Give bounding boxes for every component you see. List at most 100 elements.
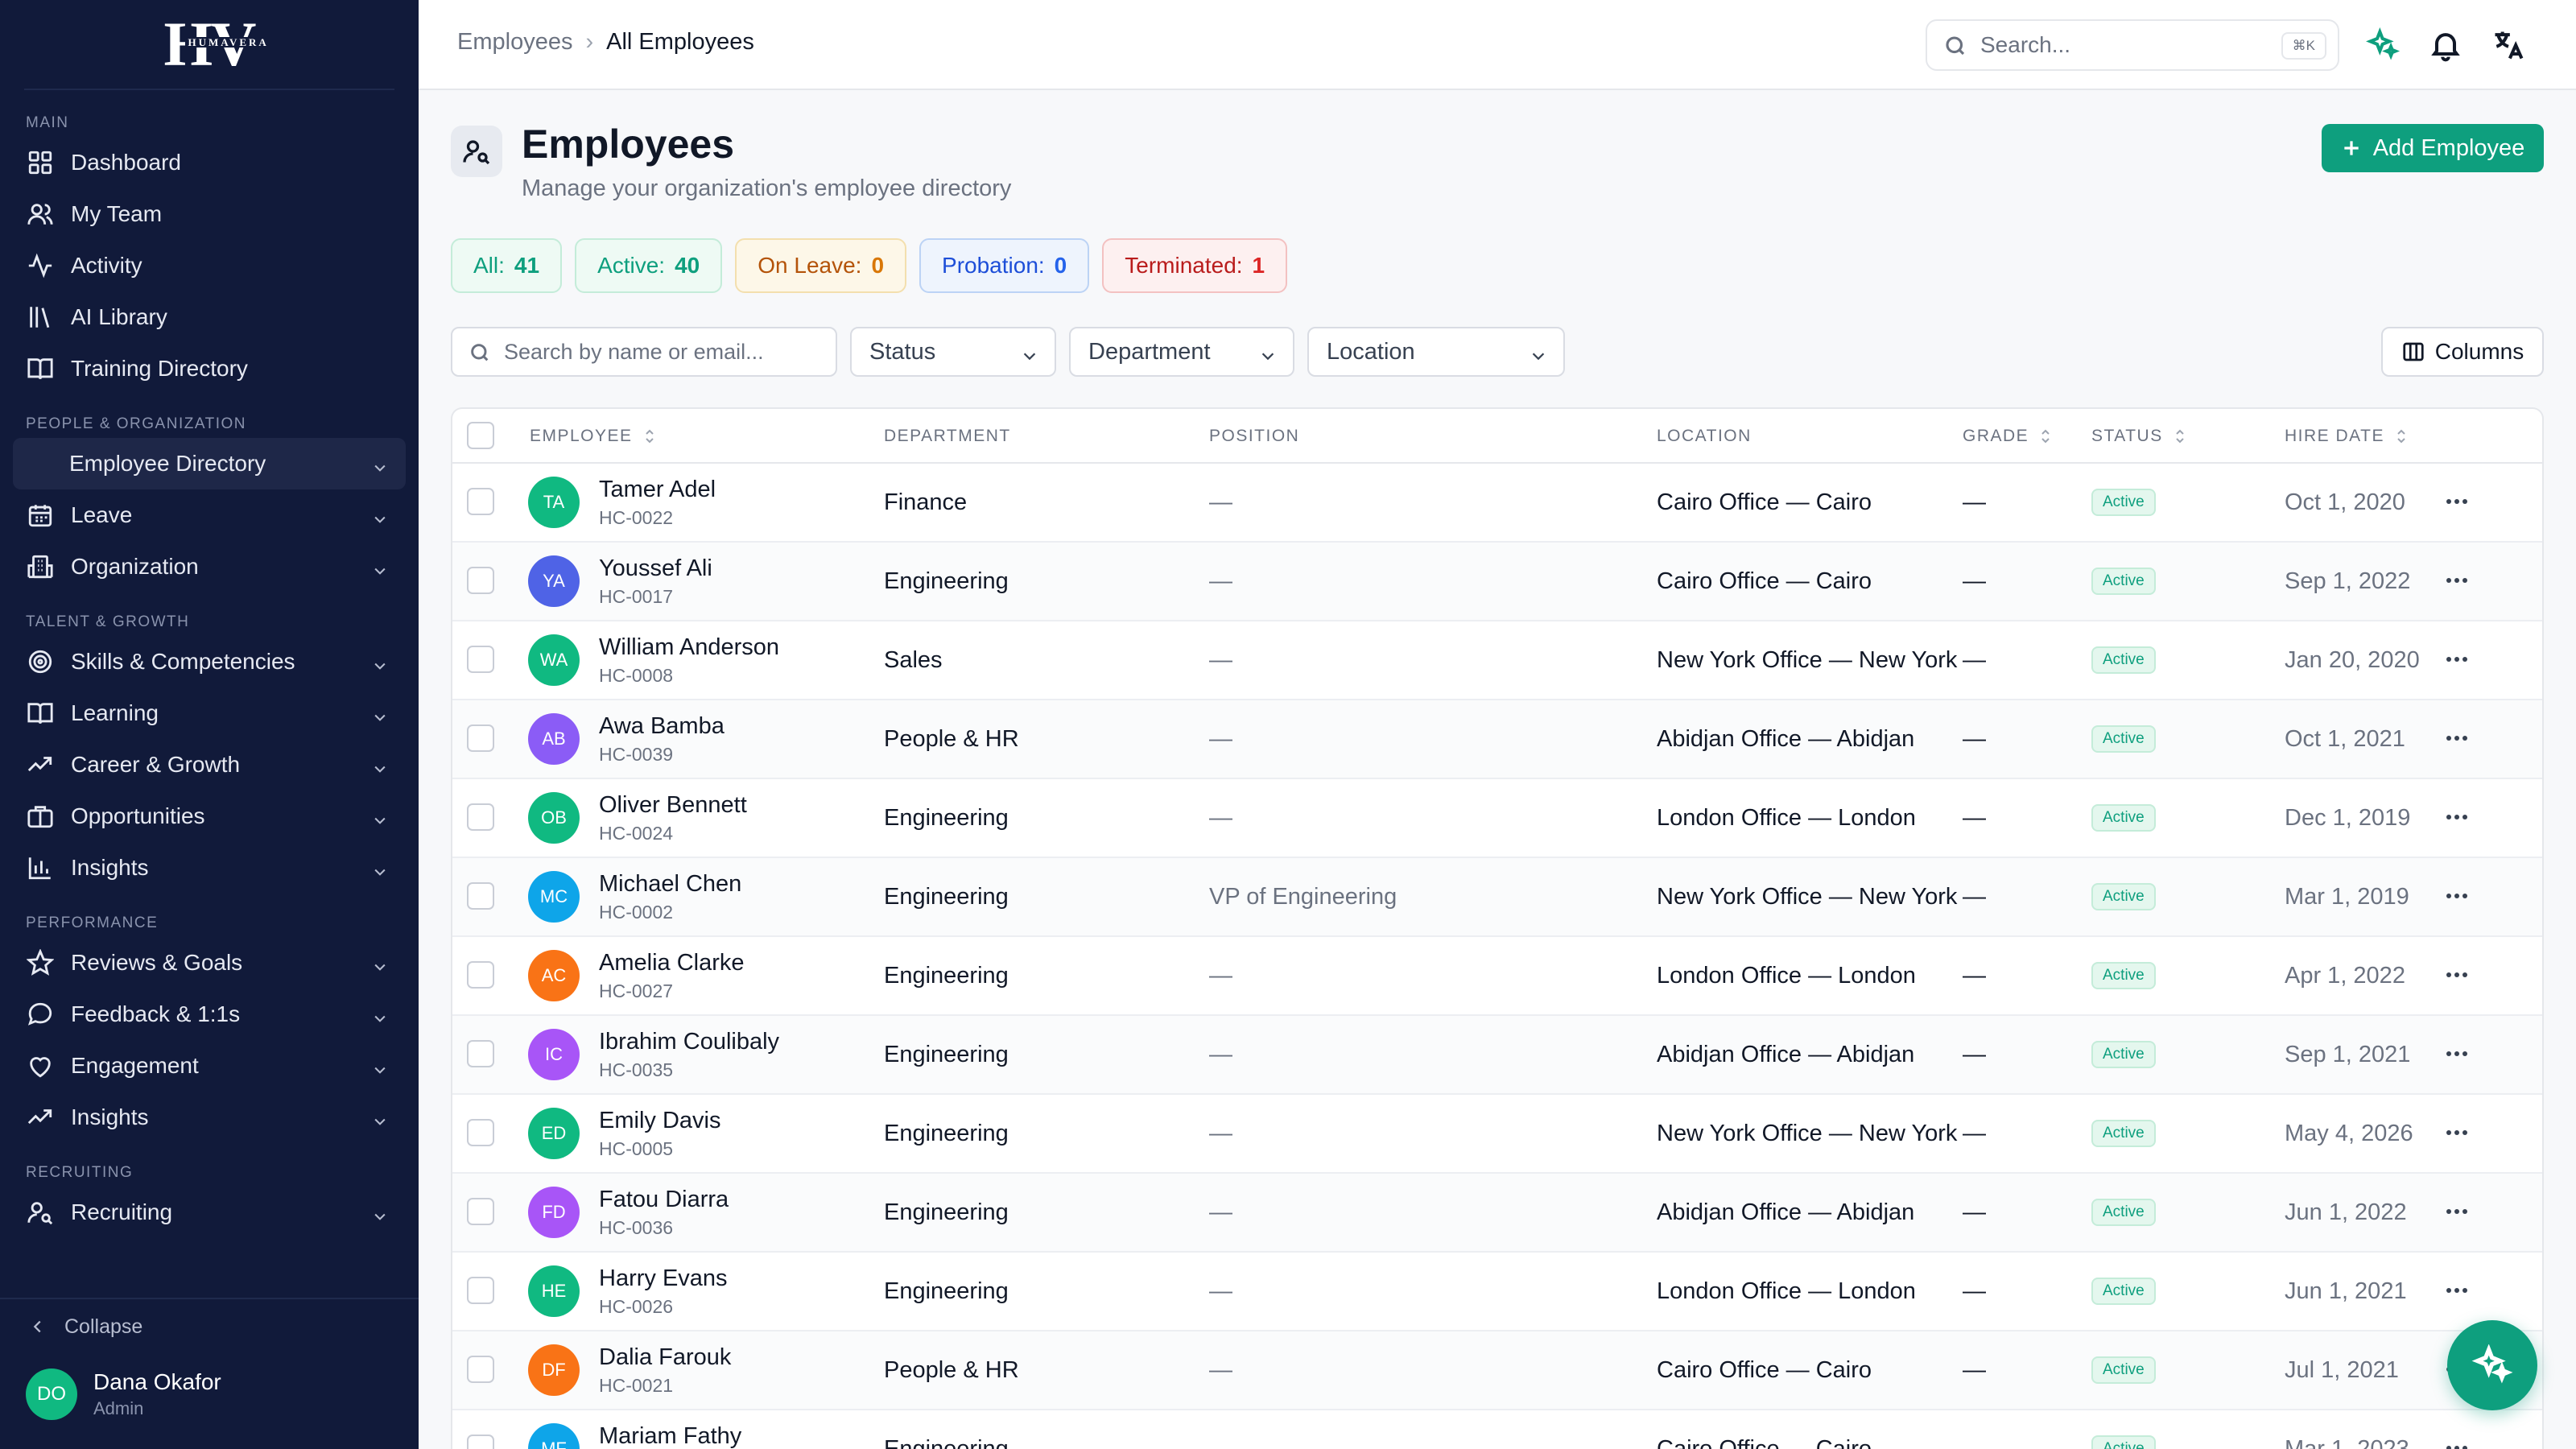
table-row[interactable]: MC Michael Chen HC-0002 Engineering VP of En… (452, 858, 2542, 937)
row-checkbox[interactable] (467, 1040, 494, 1067)
status-badge: Active (2091, 646, 2156, 674)
add-employee-button[interactable]: Add Employee (2322, 124, 2544, 172)
sidebar-item-insights[interactable]: Insights (0, 1092, 419, 1143)
position-cell: VP of Engineering (1209, 883, 1397, 910)
employee-name[interactable]: Oliver Bennett (599, 792, 747, 819)
sidebar-item-learning[interactable]: Learning (0, 687, 419, 739)
employee-name[interactable]: Michael Chen (599, 871, 741, 898)
avatar: MC (528, 871, 580, 923)
more-actions-icon[interactable] (2441, 1043, 2473, 1063)
status-select[interactable]: Status (850, 327, 1056, 377)
sidebar-item-insights[interactable]: Insights (0, 842, 419, 894)
employee-name[interactable]: Emily Davis (599, 1108, 720, 1134)
more-actions-icon[interactable] (2441, 728, 2473, 747)
row-checkbox[interactable] (467, 803, 494, 831)
row-checkbox[interactable] (467, 1435, 494, 1449)
sidebar-item-training-directory[interactable]: Training Directory (0, 343, 419, 394)
employee-name[interactable]: William Anderson (599, 634, 779, 661)
sidebar-item-recruiting[interactable]: Recruiting (0, 1187, 419, 1238)
logo[interactable]: HV HUMAVERA (24, 0, 394, 90)
sidebar-item-organization[interactable]: Organization (0, 541, 419, 592)
sidebar-item-leave[interactable]: Leave (0, 489, 419, 541)
collapse-button[interactable]: Collapse (0, 1298, 419, 1354)
sidebar-item-dashboard[interactable]: Dashboard (0, 137, 419, 188)
table-row[interactable]: FD Fatou Diarra HC-0036 Engineering — Abidjan… (452, 1174, 2542, 1253)
row-checkbox[interactable] (467, 961, 494, 989)
select-all-checkbox[interactable] (467, 422, 494, 449)
employee-name[interactable]: Awa Bamba (599, 713, 724, 740)
more-actions-icon[interactable] (2441, 491, 2473, 510)
row-checkbox[interactable] (467, 1277, 494, 1304)
table-row[interactable]: IC Ibrahim Coulibaly HC-0035 Engineering — Ab… (452, 1016, 2542, 1095)
column-status[interactable]: STATUS (2091, 409, 2187, 464)
employee-search-input[interactable]: Search by name or email... (451, 327, 837, 377)
table-row[interactable]: WA William Anderson HC-0008 Sales — New York … (452, 621, 2542, 700)
sidebar-item-employee-directory[interactable]: Employee Directory (13, 438, 406, 489)
column-employee[interactable]: EMPLOYEE (530, 409, 657, 464)
more-actions-icon[interactable] (2441, 886, 2473, 905)
sidebar-item-feedback-and-1-1s[interactable]: Feedback & 1:1s (0, 989, 419, 1040)
table-row[interactable]: MF Mariam Fathy Engineering — Cairo Office —… (452, 1410, 2542, 1449)
employee-name[interactable]: Mariam Fathy (599, 1423, 741, 1449)
user-profile[interactable]: DO Dana Okafor Admin (26, 1368, 221, 1420)
row-checkbox[interactable] (467, 724, 494, 752)
table-row[interactable]: AB Awa Bamba HC-0039 People & HR — Abidjan Of… (452, 700, 2542, 779)
more-actions-icon[interactable] (2441, 1280, 2473, 1299)
sidebar-item-activity[interactable]: Activity (0, 240, 419, 291)
table-row[interactable]: TA Tamer Adel HC-0022 Finance — Cairo Office … (452, 464, 2542, 543)
more-actions-icon[interactable] (2441, 649, 2473, 668)
status-chip-probation[interactable]: Probation: 0 (919, 238, 1090, 293)
row-checkbox[interactable] (467, 646, 494, 673)
sidebar-item-opportunities[interactable]: Opportunities (0, 791, 419, 842)
employee-name[interactable]: Youssef Ali (599, 555, 712, 582)
more-actions-icon[interactable] (2441, 807, 2473, 826)
sparkles-icon[interactable] (2365, 27, 2401, 63)
row-checkbox[interactable] (467, 567, 494, 594)
employee-name[interactable]: Ibrahim Coulibaly (599, 1029, 779, 1055)
more-actions-icon[interactable] (2441, 1122, 2473, 1141)
employee-name[interactable]: Dalia Farouk (599, 1344, 731, 1371)
row-checkbox[interactable] (467, 882, 494, 910)
sidebar-item-reviews-and-goals[interactable]: Reviews & Goals (0, 937, 419, 989)
row-checkbox[interactable] (467, 1198, 494, 1225)
column-hire-date[interactable]: HIRE DATE (2285, 409, 2409, 464)
columns-button[interactable]: Columns (2381, 327, 2544, 377)
row-checkbox[interactable] (467, 488, 494, 515)
ai-assistant-button[interactable] (2447, 1320, 2537, 1410)
status-cell: Active (2091, 858, 2156, 935)
employee-name[interactable]: Fatou Diarra (599, 1187, 729, 1213)
table-row[interactable]: AC Amelia Clarke HC-0027 Engineering — London… (452, 937, 2542, 1016)
table-row[interactable]: DF Dalia Farouk HC-0021 People & HR — Cairo O… (452, 1331, 2542, 1410)
employee-name[interactable]: Tamer Adel (599, 477, 716, 503)
more-actions-icon[interactable] (2441, 570, 2473, 589)
status-chip-terminated[interactable]: Terminated: 1 (1102, 238, 1288, 293)
more-actions-icon[interactable] (2441, 964, 2473, 984)
department-cell: Engineering (884, 883, 1009, 910)
more-actions-icon[interactable] (2441, 1438, 2473, 1449)
sidebar-item-engagement[interactable]: Engagement (0, 1040, 419, 1092)
bell-icon[interactable] (2428, 27, 2463, 63)
table-row[interactable]: HE Harry Evans HC-0026 Engineering — London O… (452, 1253, 2542, 1331)
table-row[interactable]: ED Emily Davis HC-0005 Engineering — New York… (452, 1095, 2542, 1174)
status-chip-all[interactable]: All: 41 (451, 238, 563, 293)
status-chip-active[interactable]: Active: 40 (575, 238, 723, 293)
sidebar-item-skills-and-competencies[interactable]: Skills & Competencies (0, 636, 419, 687)
translate-icon[interactable] (2491, 27, 2526, 63)
row-checkbox[interactable] (467, 1119, 494, 1146)
breadcrumb-employees[interactable]: Employees (457, 29, 572, 56)
table-row[interactable]: YA Youssef Ali HC-0017 Engineering — Cairo Of… (452, 543, 2542, 621)
location-select[interactable]: Location (1307, 327, 1565, 377)
sidebar-item-my-team[interactable]: My Team (0, 188, 419, 240)
department-select[interactable]: Department (1069, 327, 1294, 377)
employee-name[interactable]: Amelia Clarke (599, 950, 745, 976)
employee-name[interactable]: Harry Evans (599, 1265, 728, 1292)
row-checkbox[interactable] (467, 1356, 494, 1383)
sidebar-item-career-and-growth[interactable]: Career & Growth (0, 739, 419, 791)
column-grade[interactable]: GRADE (1963, 409, 2053, 464)
sidebar-item-ai-library[interactable]: AI Library (0, 291, 419, 343)
chevron-down-icon (1530, 345, 1547, 362)
table-row[interactable]: OB Oliver Bennett HC-0024 Engineering — Londo… (452, 779, 2542, 858)
status-chip-on-leave[interactable]: On Leave: 0 (735, 238, 907, 293)
more-actions-icon[interactable] (2441, 1201, 2473, 1220)
global-search-input[interactable]: Search... ⌘K (1926, 19, 2339, 71)
